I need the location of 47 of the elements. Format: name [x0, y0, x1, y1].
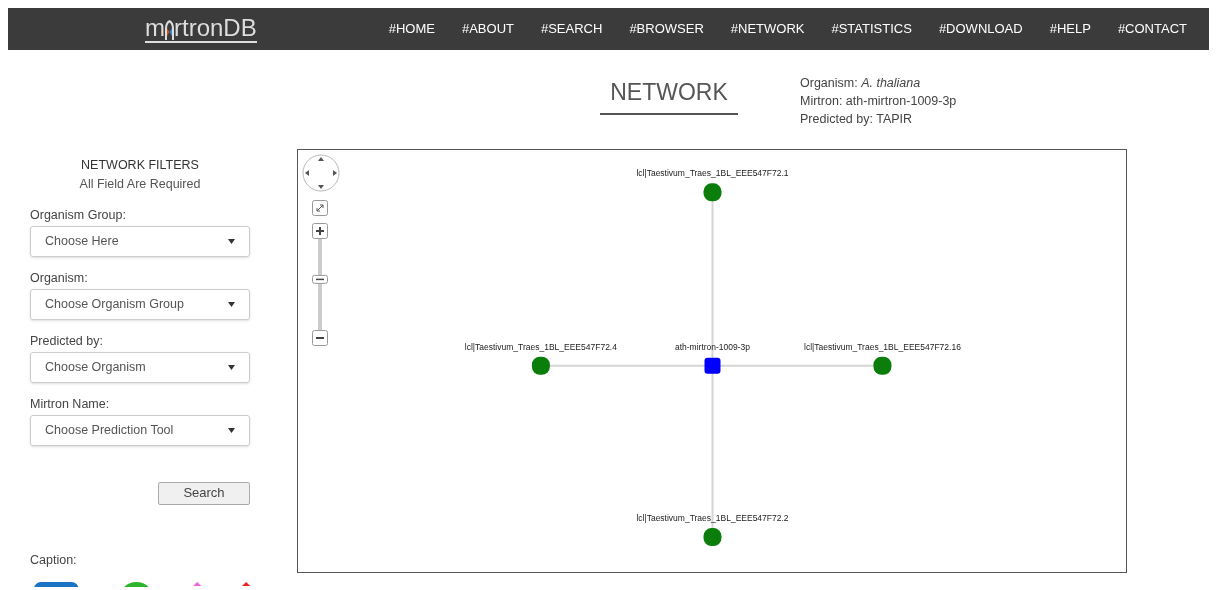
node-label: lcl|Taestivum_Traes_1BL_EEE547F72.4	[464, 342, 617, 352]
target-node[interactable]	[703, 528, 722, 547]
info-line: Mirtron: ath-mirtron-1009-3p	[800, 93, 957, 110]
target-node[interactable]	[703, 183, 722, 202]
info-line: Predicted by: TAPIR	[800, 111, 914, 128]
node-label: ath-mirtron-1009-3p	[674, 342, 751, 352]
zoom-in-icon[interactable]	[312, 223, 328, 239]
filters-subtitle: All Field Are Required	[78, 175, 202, 193]
filters-title: NETWORK FILTERS	[80, 157, 200, 174]
field-label: Mirtron Name:	[30, 395, 111, 412]
node-label: lcl|Taestivum_Traes_1BL_EEE547F72.2	[636, 514, 789, 523]
nav-link[interactable]: #HELP	[1049, 19, 1091, 39]
select-field[interactable]: Choose Organism Group	[30, 288, 250, 320]
zoom-out-icon[interactable]	[312, 330, 328, 346]
pan-control-icon[interactable]	[302, 154, 340, 192]
select-field[interactable]: Choose Prediction Tool	[30, 414, 250, 446]
field-label: Organism Group:	[30, 206, 127, 223]
dropdown-caret-icon	[228, 364, 235, 370]
node-label: lcl|Taestivum_Traes_1BL_EEE547F72.16	[804, 342, 961, 352]
target-node[interactable]	[873, 356, 892, 375]
nav-link[interactable]: #SEARCH	[540, 19, 603, 39]
page-title: NETWORK	[610, 78, 728, 107]
dropdown-caret-icon	[228, 238, 235, 244]
search-button[interactable]: Search	[158, 481, 250, 505]
logo-text: rtronDB	[174, 15, 257, 40]
logo-text: m	[145, 15, 165, 40]
field-label: Organism:	[30, 269, 89, 286]
target-node[interactable]	[531, 356, 550, 375]
site-logo[interactable]: m rtronDB	[145, 15, 257, 43]
fit-icon[interactable]	[312, 200, 328, 216]
node-label: lcl|Taestivum_Traes_1BL_EEE547F72.1	[636, 169, 789, 178]
field-label: Predicted by:	[30, 332, 104, 349]
dropdown-caret-icon	[228, 301, 235, 307]
nav-link[interactable]: #BROWSER	[629, 19, 704, 39]
nav-link[interactable]: #STATISTICS	[831, 19, 912, 39]
select-field[interactable]: Choose Here	[30, 225, 250, 257]
nav-link[interactable]: #NETWORK	[730, 19, 805, 39]
dropdown-caret-icon	[228, 427, 235, 433]
nav-link[interactable]: #HOME	[388, 19, 435, 39]
nav-link[interactable]: #DOWNLOAD	[938, 19, 1023, 39]
caption-label: Caption:	[30, 551, 78, 569]
info-line: Organism: A. thaliana	[800, 75, 922, 92]
nav-link[interactable]: #CONTACT	[1117, 19, 1187, 39]
select-field[interactable]: Choose Organism	[30, 351, 250, 383]
mirtron-node[interactable]	[704, 357, 721, 374]
hairpin-icon	[165, 19, 174, 40]
nav-link[interactable]: #ABOUT	[461, 19, 514, 39]
